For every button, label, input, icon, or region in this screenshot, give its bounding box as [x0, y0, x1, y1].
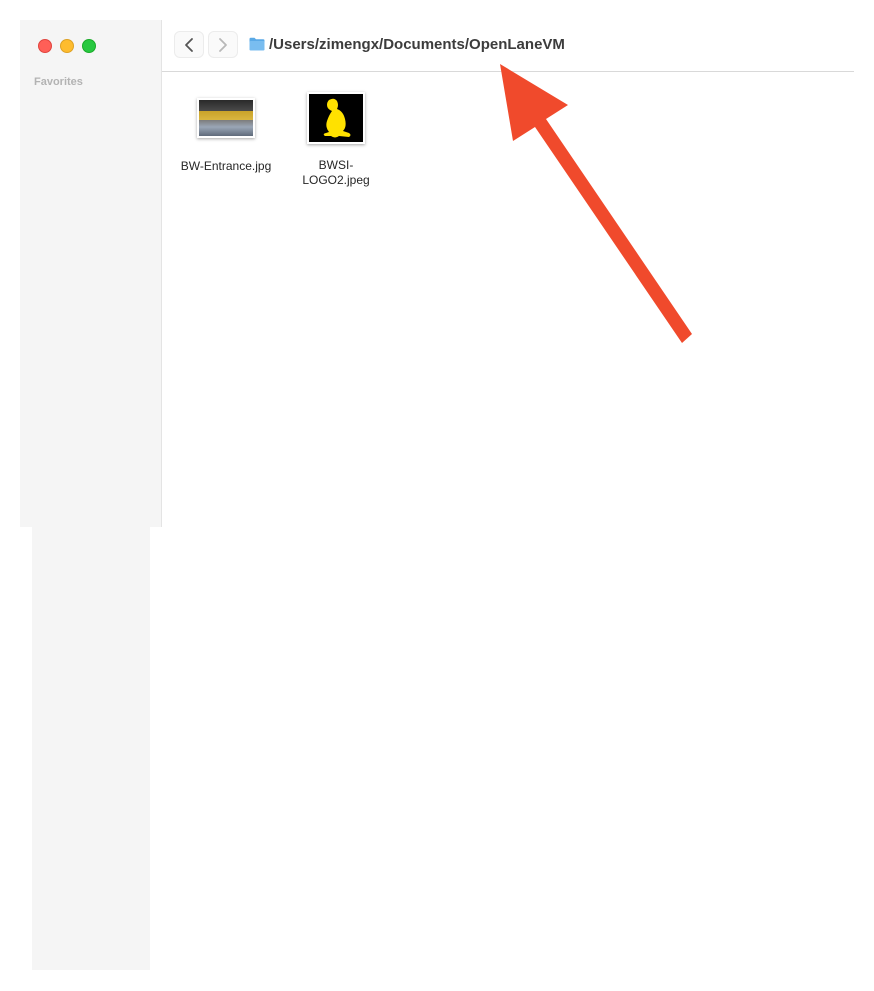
annotation-arrow [500, 64, 692, 343]
screen: Favorites /Users/zimengx/Documents/OpenL… [0, 0, 874, 991]
